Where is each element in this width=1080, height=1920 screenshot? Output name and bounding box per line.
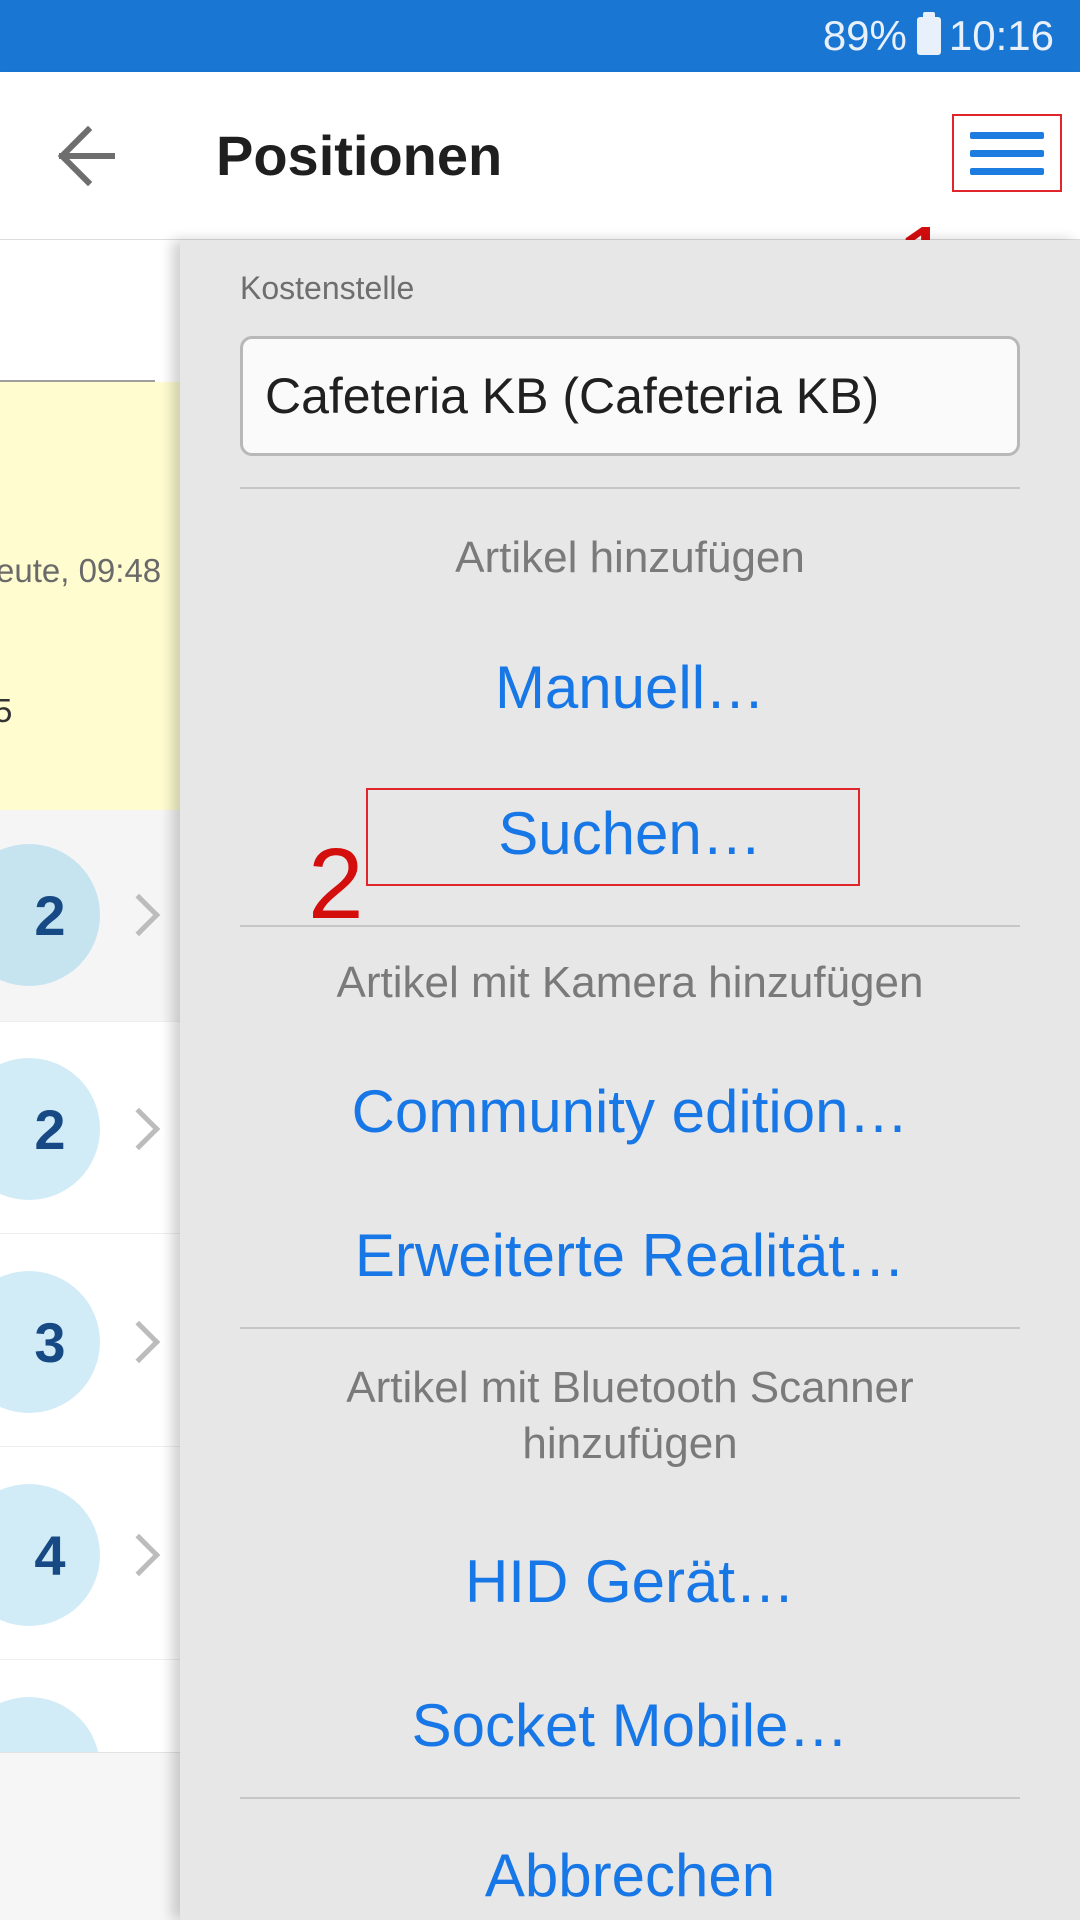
page-title: Positionen	[216, 124, 503, 187]
hid-device-button[interactable]: HID Gerät…	[240, 1546, 1020, 1618]
list-footer	[0, 1752, 180, 1920]
community-edition-button[interactable]: Community edition…	[240, 1076, 1020, 1148]
chevron-right-icon	[117, 1533, 161, 1577]
battery-percent: 89%	[822, 12, 907, 59]
divider	[240, 487, 1020, 489]
count-badge: 4	[0, 1484, 100, 1626]
list-item[interactable]: 3	[0, 1235, 180, 1447]
count-badge: 2	[0, 844, 100, 986]
cost-center-field[interactable]: Cafeteria KB (Cafeteria KB)	[240, 336, 1020, 456]
back-button[interactable]	[42, 116, 122, 196]
clock: 10:16	[948, 12, 1054, 59]
manual-button[interactable]: Manuell…	[240, 652, 1020, 724]
chevron-right-icon	[117, 893, 161, 937]
note-timestamp: eute, 09:48	[0, 552, 162, 589]
cancel-button[interactable]: Abbrechen	[240, 1840, 1020, 1912]
count-badge: 3	[0, 1271, 100, 1413]
bluetooth-section-label-line1: Artikel mit Bluetooth Scanner	[346, 1363, 914, 1412]
battery-icon	[916, 12, 941, 55]
divider	[240, 925, 1020, 927]
bluetooth-section-label-line2: hinzufügen	[522, 1419, 738, 1468]
augmented-reality-button[interactable]: Erweiterte Realität…	[240, 1220, 1020, 1292]
app-bar: Positionen 1	[0, 72, 1080, 312]
status-bar: 89% 10:16	[0, 0, 1080, 72]
note-text: 5	[0, 692, 13, 729]
add-item-drawer: Kostenstelle Cafeteria KB (Cafeteria KB)…	[180, 240, 1080, 1920]
hamburger-icon-bar	[970, 168, 1044, 175]
chevron-right-icon	[117, 1107, 161, 1151]
hamburger-icon-bar	[970, 150, 1044, 157]
list-item[interactable]: 4	[0, 1448, 180, 1660]
annotation-number-2: 2	[308, 828, 364, 940]
menu-button[interactable]	[952, 114, 1062, 192]
divider	[240, 1797, 1020, 1799]
add-item-section-label: Artikel hinzufügen	[455, 533, 805, 582]
arrow-left-icon	[57, 125, 115, 187]
list-item[interactable]: 2	[0, 810, 180, 1022]
camera-section-label: Artikel mit Kamera hinzufügen	[336, 958, 924, 1007]
positions-list: eute, 09:48 5 2 2 3 4	[0, 240, 180, 1920]
divider	[240, 1327, 1020, 1329]
highlight-box	[366, 788, 860, 886]
list-item[interactable]: 2	[0, 1022, 180, 1234]
cost-center-label: Kostenstelle	[240, 270, 415, 306]
chevron-right-icon	[117, 1320, 161, 1364]
count-badge: 2	[0, 1058, 100, 1200]
hamburger-icon	[970, 132, 1044, 139]
socket-mobile-button[interactable]: Socket Mobile…	[240, 1690, 1020, 1762]
